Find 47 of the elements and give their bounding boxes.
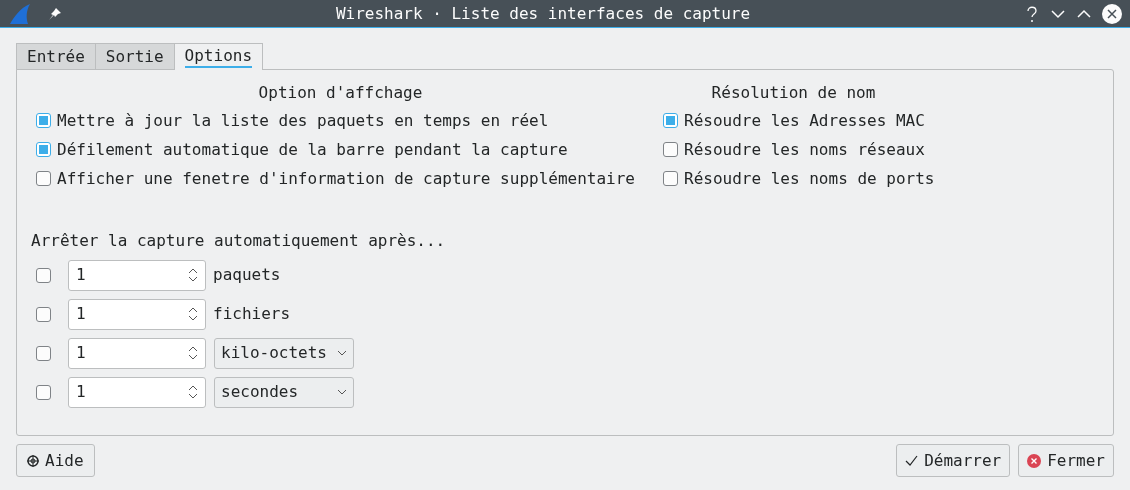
help-icon[interactable]	[1024, 4, 1040, 23]
checkbox[interactable]	[36, 142, 51, 157]
number-spinbox[interactable]: 1	[68, 337, 206, 369]
spin-arrows-icon[interactable]	[188, 384, 198, 400]
number-spinbox[interactable]: 1	[68, 298, 206, 330]
number-spinbox[interactable]: 1	[68, 376, 206, 408]
checkbox-label: Défilement automatique de la barre pendant la capture	[57, 138, 568, 161]
number-spinbox[interactable]: 1	[68, 259, 206, 291]
section-heading: Option d'affchage	[258, 82, 423, 104]
spin-arrows-icon[interactable]	[188, 306, 198, 322]
checkbox[interactable]	[36, 306, 51, 322]
checkbox[interactable]	[36, 345, 51, 361]
checkbox[interactable]	[663, 113, 678, 128]
section-heading: Arrêter la capture automatiquement après...	[31, 230, 446, 252]
checkbox[interactable]	[663, 171, 678, 186]
section-heading: Résolution de nom	[711, 82, 876, 104]
tab[interactable]: Sortie	[94, 43, 175, 70]
unit-dropdown[interactable]: secondes	[214, 376, 354, 408]
checkbox-label: Mettre à jour la liste des paquets en temps en réel	[57, 109, 549, 132]
spin-arrows-icon[interactable]	[188, 345, 198, 361]
checkbox[interactable]	[36, 267, 51, 283]
checkbox-label: Résoudre les Adresses MAC	[684, 109, 925, 132]
close-button[interactable]: Fermer	[1018, 444, 1114, 477]
checkmark-icon	[905, 455, 919, 466]
checkbox[interactable]	[36, 171, 51, 186]
lifebuoy-icon	[27, 454, 39, 467]
tab[interactable]: Options	[173, 43, 264, 70]
unit-label: fichiers	[213, 303, 291, 325]
close-circle-icon	[1027, 453, 1042, 468]
window-title: Wireshark · Liste des interfaces de capture	[335, 2, 751, 25]
checkbox-label: Résoudre les noms de ports	[684, 167, 935, 190]
pin-icon[interactable]	[48, 6, 62, 21]
help-button[interactable]: Aide	[16, 444, 95, 477]
shark-fin-icon	[8, 2, 32, 25]
unit-label: paquets	[213, 264, 281, 286]
start-button[interactable]: Démarrer	[896, 444, 1011, 477]
checkbox-label: Afficher une fenetre d'information de capture supplémentaire	[57, 167, 635, 190]
tab[interactable]: Entrée	[16, 43, 96, 70]
chevron-down-icon	[337, 389, 347, 395]
checkbox[interactable]	[36, 384, 51, 400]
unit-dropdown[interactable]: kilo-octets	[214, 337, 354, 369]
close-icon[interactable]	[1102, 3, 1122, 24]
checkbox[interactable]	[663, 142, 678, 157]
spin-arrows-icon[interactable]	[188, 267, 198, 283]
checkbox-label: Résoudre les noms réseaux	[684, 138, 925, 161]
chevron-down-icon	[337, 350, 347, 356]
checkbox[interactable]	[36, 113, 51, 128]
